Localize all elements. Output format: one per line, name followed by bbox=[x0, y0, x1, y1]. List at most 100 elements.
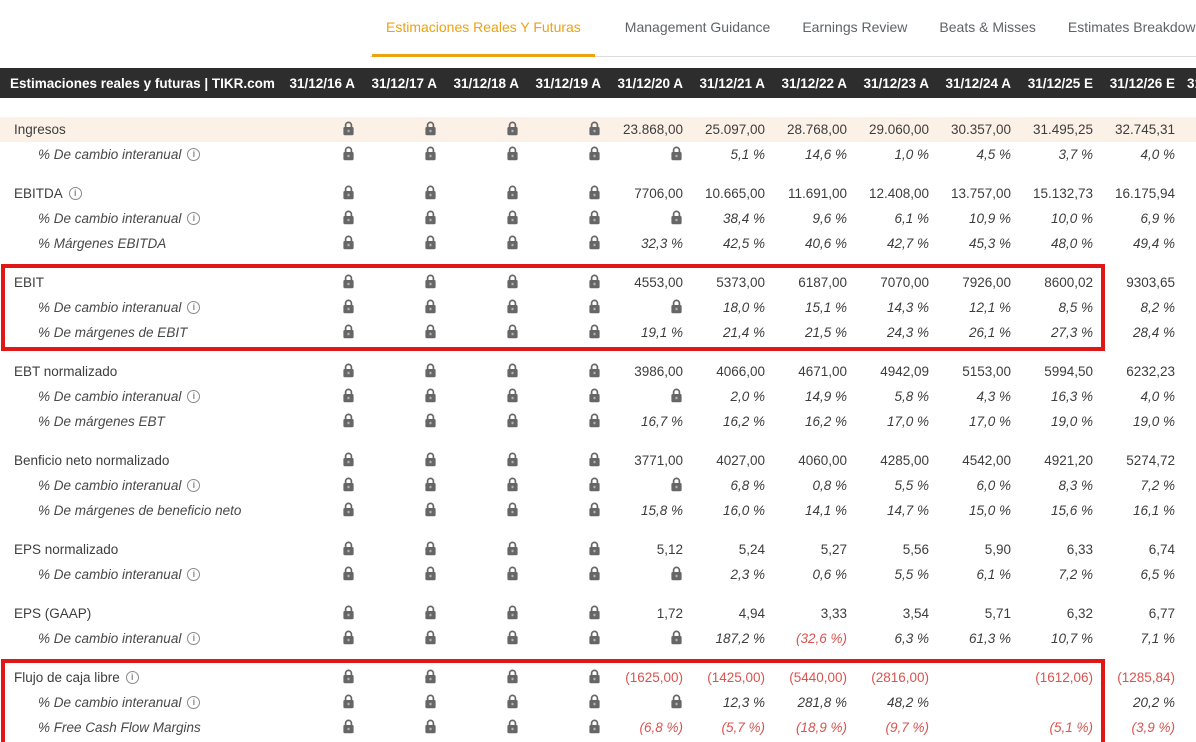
group-spacer bbox=[0, 587, 1196, 601]
tab-estimates-breakdown[interactable]: Estimates Breakdown bbox=[1066, 0, 1196, 57]
tab-estimaciones-reales-y-futuras[interactable]: Estimaciones Reales Y Futuras bbox=[372, 0, 595, 57]
estimates-page: Estimaciones Reales Y Futuras Management… bbox=[0, 0, 1196, 742]
value-cell: 5,56 bbox=[857, 542, 939, 557]
lock-icon bbox=[447, 363, 529, 381]
info-icon[interactable]: i bbox=[69, 187, 82, 200]
value-cell: 9303,65 bbox=[1103, 275, 1185, 290]
value-cell: 6,3 % bbox=[857, 631, 939, 646]
value-cell: 16,7 % bbox=[611, 414, 693, 429]
column-header: 31/12/20 A bbox=[611, 76, 693, 91]
table-body: Ingresos23.868,0025.097,0028.768,0029.06… bbox=[0, 117, 1196, 740]
value-cell: 16.175,94 bbox=[1103, 186, 1185, 201]
column-header: 31/12/21 A bbox=[693, 76, 775, 91]
lock-icon bbox=[529, 274, 611, 292]
table-row: % De cambio interanuali38,4 %9,6 %6,1 %1… bbox=[0, 206, 1196, 231]
info-icon[interactable]: i bbox=[187, 479, 200, 492]
value-cell: 28.768,00 bbox=[775, 122, 857, 137]
value-cell: 17,0 % bbox=[939, 414, 1021, 429]
table-row: EBIT4553,005373,006187,007070,007926,008… bbox=[0, 270, 1196, 295]
value-cell: 3,54 bbox=[857, 606, 939, 621]
value-cell: 4,0 % bbox=[1103, 147, 1185, 162]
tab-beats-and-misses[interactable]: Beats & Misses bbox=[937, 0, 1037, 57]
lock-icon bbox=[529, 630, 611, 648]
lock-icon bbox=[283, 388, 365, 406]
value-cell: 4,0 % bbox=[1103, 389, 1185, 404]
tab-earnings-review[interactable]: Earnings Review bbox=[800, 0, 909, 57]
lock-icon bbox=[529, 121, 611, 139]
table-row: Ingresos23.868,0025.097,0028.768,0029.06… bbox=[0, 117, 1196, 142]
value-cell: 12,1 % bbox=[939, 300, 1021, 315]
row-label-text: EPS (GAAP) bbox=[14, 606, 91, 621]
tab-bar: Estimaciones Reales Y Futuras Management… bbox=[370, 0, 1196, 57]
table-row: Benficio neto normalizado3771,004027,004… bbox=[0, 448, 1196, 473]
lock-icon bbox=[365, 210, 447, 228]
row-label: EPS normalizado bbox=[0, 542, 283, 557]
row-label-text: % De cambio interanual bbox=[38, 478, 181, 493]
lock-icon bbox=[611, 388, 693, 406]
row-label: % De márgenes de beneficio neto bbox=[0, 503, 283, 518]
value-cell: 4285,00 bbox=[857, 453, 939, 468]
value-cell: 3771,00 bbox=[611, 453, 693, 468]
lock-icon bbox=[447, 669, 529, 687]
lock-icon bbox=[447, 185, 529, 203]
value-cell: (1285,84) bbox=[1103, 670, 1185, 685]
lock-icon bbox=[365, 630, 447, 648]
value-cell: 25.097,00 bbox=[693, 122, 775, 137]
lock-icon bbox=[283, 669, 365, 687]
table-row: % De márgenes de beneficio neto15,8 %16,… bbox=[0, 498, 1196, 523]
row-label-text: % De cambio interanual bbox=[38, 389, 181, 404]
lock-icon bbox=[283, 630, 365, 648]
info-icon[interactable]: i bbox=[187, 568, 200, 581]
value-cell: 48,0 % bbox=[1021, 236, 1103, 251]
table-row: % De cambio interanuali18,0 %15,1 %14,3 … bbox=[0, 295, 1196, 320]
lock-icon bbox=[611, 210, 693, 228]
row-label: % De cambio interanual i bbox=[0, 147, 283, 162]
lock-icon bbox=[529, 566, 611, 584]
info-icon[interactable]: i bbox=[187, 632, 200, 645]
row-label-text: % De cambio interanual bbox=[38, 300, 181, 315]
info-icon[interactable]: i bbox=[187, 390, 200, 403]
column-header: 31/12/24 A bbox=[939, 76, 1021, 91]
value-cell: 5,71 bbox=[939, 606, 1021, 621]
row-label-text: EPS normalizado bbox=[14, 542, 118, 557]
row-label-text: % De cambio interanual bbox=[38, 147, 181, 162]
value-cell: 6,0 % bbox=[939, 478, 1021, 493]
info-icon[interactable]: i bbox=[187, 212, 200, 225]
info-icon[interactable]: i bbox=[126, 671, 139, 684]
value-cell: 5,1 % bbox=[693, 147, 775, 162]
value-cell: 32,3 % bbox=[611, 236, 693, 251]
column-header: 31/12/25 E bbox=[1021, 76, 1103, 91]
column-header: 31/12/23 A bbox=[857, 76, 939, 91]
row-label: % De cambio interanual i bbox=[0, 389, 283, 404]
info-icon[interactable]: i bbox=[187, 696, 200, 709]
table-row: Flujo de caja librei(1625,00)(1425,00)(5… bbox=[0, 665, 1196, 690]
value-cell: 42,5 % bbox=[693, 236, 775, 251]
lock-icon bbox=[447, 235, 529, 253]
lock-icon bbox=[365, 694, 447, 712]
value-cell: 3,33 bbox=[775, 606, 857, 621]
lock-icon bbox=[283, 363, 365, 381]
row-label-text: EBITDA bbox=[14, 186, 63, 201]
tab-management-guidance[interactable]: Management Guidance bbox=[623, 0, 773, 57]
lock-icon bbox=[283, 694, 365, 712]
table-row: % De cambio interanuali2,3 %0,6 %5,5 %6,… bbox=[0, 562, 1196, 587]
table-row: % De cambio interanuali187,2 %(32,6 %)6,… bbox=[0, 626, 1196, 651]
value-cell: 19,0 % bbox=[1021, 414, 1103, 429]
info-icon[interactable]: i bbox=[187, 148, 200, 161]
lock-icon bbox=[283, 719, 365, 737]
info-icon[interactable]: i bbox=[187, 301, 200, 314]
lock-icon bbox=[529, 388, 611, 406]
value-cell: 6,33 bbox=[1021, 542, 1103, 557]
lock-icon bbox=[365, 669, 447, 687]
value-cell: 5274,72 bbox=[1103, 453, 1185, 468]
value-cell: 2,3 % bbox=[693, 567, 775, 582]
value-cell: (6,8 %) bbox=[611, 720, 693, 735]
lock-icon bbox=[447, 274, 529, 292]
value-cell: (5,1 %) bbox=[1021, 720, 1103, 735]
lock-icon bbox=[365, 235, 447, 253]
table-row: EPS (GAAP)1,724,943,333,545,716,326,77 bbox=[0, 601, 1196, 626]
table-row: EBITDAi7706,0010.665,0011.691,0012.408,0… bbox=[0, 181, 1196, 206]
lock-icon bbox=[283, 146, 365, 164]
lock-icon bbox=[365, 324, 447, 342]
value-cell: 32.745,31 bbox=[1103, 122, 1185, 137]
